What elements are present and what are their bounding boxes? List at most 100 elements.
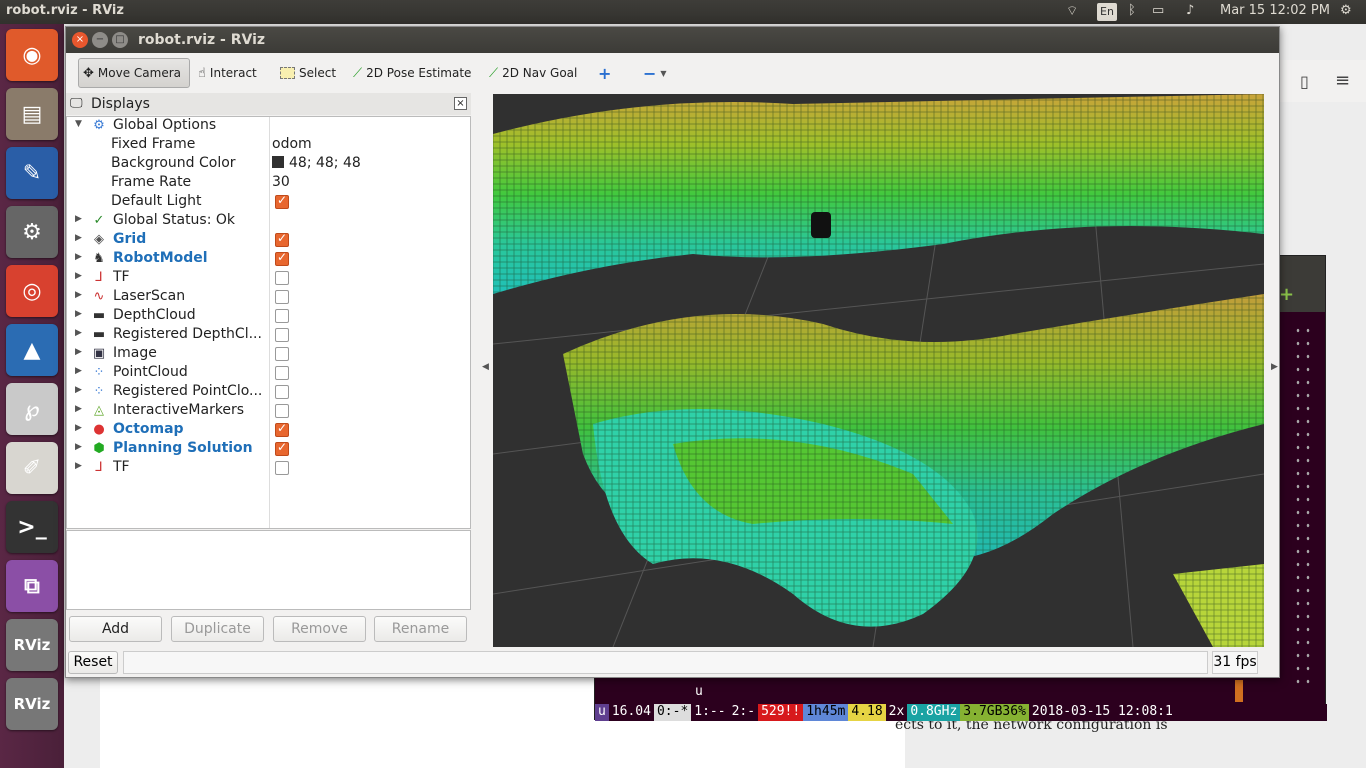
- rviz-icon-2[interactable]: RViz: [6, 678, 58, 730]
- display-enabled-checkbox[interactable]: [275, 440, 289, 456]
- add-tab-icon[interactable]: +: [1279, 284, 1294, 305]
- display-enabled-checkbox[interactable]: [275, 347, 289, 361]
- expand-right-icon[interactable]: ▶: [75, 252, 82, 262]
- display-row[interactable]: ▶ ⬢ Planning Solution: [67, 440, 470, 459]
- rviz-titlebar: × − □ robot.rviz - RViz: [66, 27, 1279, 53]
- pdf-reader-icon[interactable]: ℘: [6, 383, 58, 435]
- remove-button[interactable]: Remove: [273, 616, 366, 642]
- display-row[interactable]: ▶ ⁘ PointCloud: [67, 364, 470, 383]
- maximize-window-icon[interactable]: □: [112, 32, 128, 48]
- expand-right-icon[interactable]: ▶: [75, 385, 82, 395]
- background-color-row[interactable]: Background Color 48; 48; 48: [67, 155, 470, 174]
- hamburger-menu-icon[interactable]: ≡: [1335, 70, 1350, 91]
- move-camera-button[interactable]: ✥ Move Camera: [78, 58, 190, 88]
- expand-right-icon[interactable]: ▶: [75, 328, 82, 338]
- display-row[interactable]: ▶ ⅃ TF: [67, 459, 470, 478]
- add-tool-icon[interactable]: +: [594, 58, 615, 88]
- collapse-right-icon[interactable]: ▶: [1271, 362, 1278, 372]
- display-label: Registered PointClo...: [113, 383, 263, 399]
- display-row[interactable]: ▶ ◬ InteractiveMarkers: [67, 402, 470, 421]
- 3d-viewport[interactable]: [493, 94, 1264, 647]
- collapse-left-icon[interactable]: ◀: [482, 362, 489, 372]
- writer-icon[interactable]: ✎: [6, 147, 58, 199]
- display-row[interactable]: ▶ ⁘ Registered PointClo...: [67, 383, 470, 402]
- expand-down-icon[interactable]: ▼: [75, 119, 82, 129]
- rviz-icon-1[interactable]: RViz: [6, 619, 58, 671]
- default-light-checkbox[interactable]: [275, 193, 289, 209]
- expand-right-icon[interactable]: ▶: [75, 442, 82, 452]
- matlab-icon[interactable]: ▲: [6, 324, 58, 376]
- close-window-icon[interactable]: ×: [72, 32, 88, 48]
- display-enabled-checkbox[interactable]: [275, 461, 289, 475]
- rename-button[interactable]: Rename: [374, 616, 467, 642]
- display-enabled-checkbox[interactable]: [275, 290, 289, 304]
- ubuntu-logo-icon[interactable]: ◉: [6, 29, 58, 81]
- frame-rate-value[interactable]: 30: [272, 174, 290, 190]
- expand-right-icon[interactable]: ▶: [75, 461, 82, 471]
- document-icon[interactable]: ▯: [1300, 72, 1309, 91]
- display-row[interactable]: ▶ ♞ RobotModel: [67, 250, 470, 269]
- text-editor-icon[interactable]: ✐: [6, 442, 58, 494]
- global-options-row[interactable]: ▼ ⚙ Global Options: [67, 117, 470, 136]
- display-label: TF: [113, 269, 130, 285]
- expand-right-icon[interactable]: ▶: [75, 366, 82, 376]
- keyboard-layout-indicator[interactable]: En: [1097, 3, 1117, 21]
- expand-right-icon[interactable]: ▶: [75, 347, 82, 357]
- global-status-row[interactable]: ▶ ✓ Global Status: Ok: [67, 212, 470, 231]
- pose-estimate-button[interactable]: ⟋ 2D Pose Estimate: [349, 58, 475, 88]
- display-enabled-checkbox[interactable]: [275, 366, 289, 380]
- volume-icon[interactable]: ♪: [1186, 3, 1194, 18]
- minimize-window-icon[interactable]: −: [92, 32, 108, 48]
- remote-desktop-icon[interactable]: ⧉: [6, 560, 58, 612]
- duplicate-button[interactable]: Duplicate: [171, 616, 264, 642]
- expand-right-icon[interactable]: ▶: [75, 309, 82, 319]
- frame-rate-row[interactable]: Frame Rate 30: [67, 174, 470, 193]
- display-type-icon: ⁘: [93, 365, 105, 380]
- display-enabled-checkbox[interactable]: [275, 250, 289, 266]
- expand-right-icon[interactable]: ▶: [75, 290, 82, 300]
- display-enabled-checkbox[interactable]: [275, 404, 289, 418]
- expand-right-icon[interactable]: ▶: [75, 404, 82, 414]
- chrome-icon[interactable]: ◎: [6, 265, 58, 317]
- display-enabled-checkbox[interactable]: [275, 421, 289, 437]
- display-row[interactable]: ▶ ◈ Grid: [67, 231, 470, 250]
- nav-goal-button[interactable]: ⟋ 2D Nav Goal: [485, 58, 581, 88]
- pose-estimate-label: 2D Pose Estimate: [366, 66, 472, 80]
- fixed-frame-value[interactable]: odom: [272, 136, 312, 152]
- reset-button[interactable]: Reset: [68, 651, 118, 674]
- default-light-row[interactable]: Default Light: [67, 193, 470, 212]
- display-enabled-checkbox[interactable]: [275, 385, 289, 399]
- display-enabled-checkbox[interactable]: [275, 231, 289, 247]
- remove-tool-icon[interactable]: − ▼: [639, 58, 671, 88]
- expand-right-icon[interactable]: ▶: [75, 423, 82, 433]
- system-settings-icon[interactable]: ⚙: [6, 206, 58, 258]
- select-label: Select: [299, 66, 337, 80]
- expand-right-icon[interactable]: ▶: [75, 214, 82, 224]
- expand-right-icon[interactable]: ▶: [75, 233, 82, 243]
- clock[interactable]: Mar 15 12:02 PM: [1220, 3, 1330, 18]
- wifi-icon[interactable]: ⌔: [1066, 3, 1078, 19]
- display-row[interactable]: ▶ ▣ Image: [67, 345, 470, 364]
- close-panel-icon[interactable]: ×: [454, 97, 467, 110]
- display-row[interactable]: ▶ ● Octomap: [67, 421, 470, 440]
- files-icon[interactable]: ▤: [6, 88, 58, 140]
- terminal-icon[interactable]: >_: [6, 501, 58, 553]
- display-row[interactable]: ▶ ⅃ TF: [67, 269, 470, 288]
- power-gear-icon[interactable]: ⚙: [1340, 3, 1352, 18]
- select-button[interactable]: Select: [276, 58, 340, 88]
- add-button[interactable]: Add: [69, 616, 162, 642]
- display-row[interactable]: ▶ ▬ Registered DepthCl...: [67, 326, 470, 345]
- display-enabled-checkbox[interactable]: [275, 309, 289, 323]
- display-row[interactable]: ▶ ▬ DepthCloud: [67, 307, 470, 326]
- fixed-frame-row[interactable]: Fixed Frame odom: [67, 136, 470, 155]
- background-color-value[interactable]: 48; 48; 48: [272, 155, 361, 171]
- tmux-segment: 0:-*: [653, 704, 692, 721]
- bluetooth-icon[interactable]: ᛒ: [1128, 3, 1136, 18]
- expand-right-icon[interactable]: ▶: [75, 271, 82, 281]
- battery-icon[interactable]: ▭: [1152, 3, 1164, 18]
- interact-button[interactable]: ☝ Interact: [194, 58, 261, 88]
- display-row[interactable]: ▶ ∿ LaserScan: [67, 288, 470, 307]
- display-enabled-checkbox[interactable]: [275, 271, 289, 285]
- display-enabled-checkbox[interactable]: [275, 328, 289, 342]
- document-toolbar: ▯ ≡: [1280, 60, 1366, 102]
